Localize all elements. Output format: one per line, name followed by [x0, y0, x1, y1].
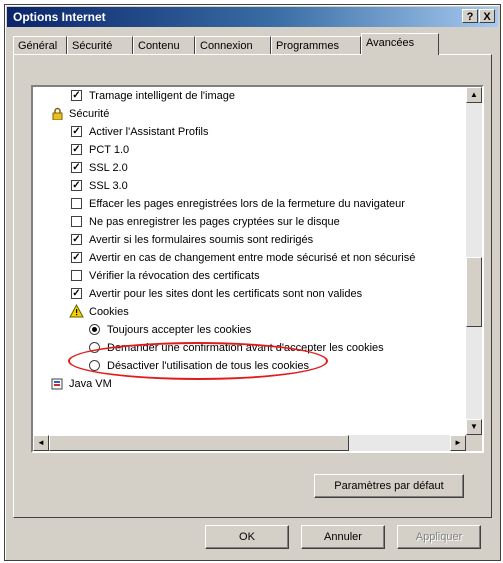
checkbox[interactable]: ✓ [71, 162, 82, 173]
setting-label: Toujours accepter les cookies [107, 324, 252, 336]
section-label: Cookies [89, 306, 129, 318]
lock-icon [52, 107, 63, 120]
settings-list[interactable]: ✓ Tramage intelligent de l'image Sécurit… [31, 85, 484, 453]
tab-avancees[interactable]: Avancées [361, 33, 439, 55]
scroll-corner [466, 435, 482, 451]
radio-button[interactable] [89, 342, 100, 353]
radio-button[interactable] [89, 324, 100, 335]
ok-button[interactable]: OK [205, 525, 289, 549]
tab-strip: Général Sécurité Contenu Connexion Progr… [13, 33, 492, 55]
vertical-scrollbar[interactable]: ▲ ▼ [466, 87, 482, 435]
section-label: Sécurité [69, 108, 110, 120]
checkbox[interactable]: ✓ [71, 144, 82, 155]
setting-label: Avertir en cas de changement entre mode … [89, 252, 416, 264]
tab-securite[interactable]: Sécurité [67, 36, 133, 54]
setting-label: Tramage intelligent de l'image [89, 90, 235, 102]
setting-label: Avertir pour les sites dont les certific… [89, 288, 363, 300]
horizontal-scrollbar[interactable]: ◄ ► [33, 435, 466, 451]
checkbox[interactable]: ✓ [71, 180, 82, 191]
close-button[interactable]: X [479, 9, 495, 23]
scroll-down-arrow-icon[interactable]: ▼ [466, 419, 482, 435]
checkbox[interactable] [71, 216, 82, 227]
vertical-scroll-thumb[interactable] [466, 257, 482, 327]
scroll-left-arrow-icon[interactable]: ◄ [33, 435, 49, 451]
java-icon [51, 378, 63, 390]
help-button[interactable]: ? [462, 9, 478, 23]
window-title: Options Internet [13, 10, 106, 24]
setting-label: PCT 1.0 [89, 144, 130, 156]
setting-label: Désactiver l'utilisation de tous les coo… [107, 360, 310, 372]
checkbox[interactable]: ✓ [71, 234, 82, 245]
setting-label: Ne pas enregistrer les pages cryptées su… [89, 216, 340, 228]
scroll-up-arrow-icon[interactable]: ▲ [466, 87, 482, 103]
title-bar[interactable]: Options Internet ? X [7, 7, 498, 27]
checkbox[interactable]: ✓ [71, 288, 82, 299]
scroll-right-arrow-icon[interactable]: ► [450, 435, 466, 451]
tab-programmes[interactable]: Programmes [271, 36, 361, 54]
setting-label: Activer l'Assistant Profils [89, 126, 209, 138]
setting-label: Avertir si les formulaires soumis sont r… [89, 234, 314, 246]
setting-label: Effacer les pages enregistrées lors de l… [89, 198, 405, 210]
checkbox[interactable] [71, 270, 82, 281]
checkbox[interactable]: ✓ [71, 252, 82, 263]
options-internet-dialog: Options Internet ? X Général Sécurité Co… [4, 4, 501, 561]
tab-connexion[interactable]: Connexion [195, 36, 271, 54]
tab-contenu[interactable]: Contenu [133, 36, 195, 54]
setting-label: Demander une confirmation avant d'accept… [107, 342, 384, 354]
warning-icon [69, 304, 84, 318]
setting-label: SSL 2.0 [89, 162, 128, 174]
setting-label: Vérifier la révocation des certificats [89, 270, 260, 282]
section-label: Java VM [69, 378, 112, 390]
checkbox[interactable]: ✓ [71, 90, 82, 101]
cancel-button[interactable]: Annuler [301, 525, 385, 549]
tab-general[interactable]: Général [13, 36, 67, 54]
horizontal-scroll-thumb[interactable] [49, 435, 349, 451]
apply-button[interactable]: Appliquer [397, 525, 481, 549]
restore-defaults-button[interactable]: Paramètres par défaut [314, 474, 464, 498]
checkbox[interactable]: ✓ [71, 126, 82, 137]
setting-label: SSL 3.0 [89, 180, 128, 192]
radio-button[interactable] [89, 360, 100, 371]
checkbox[interactable] [71, 198, 82, 209]
